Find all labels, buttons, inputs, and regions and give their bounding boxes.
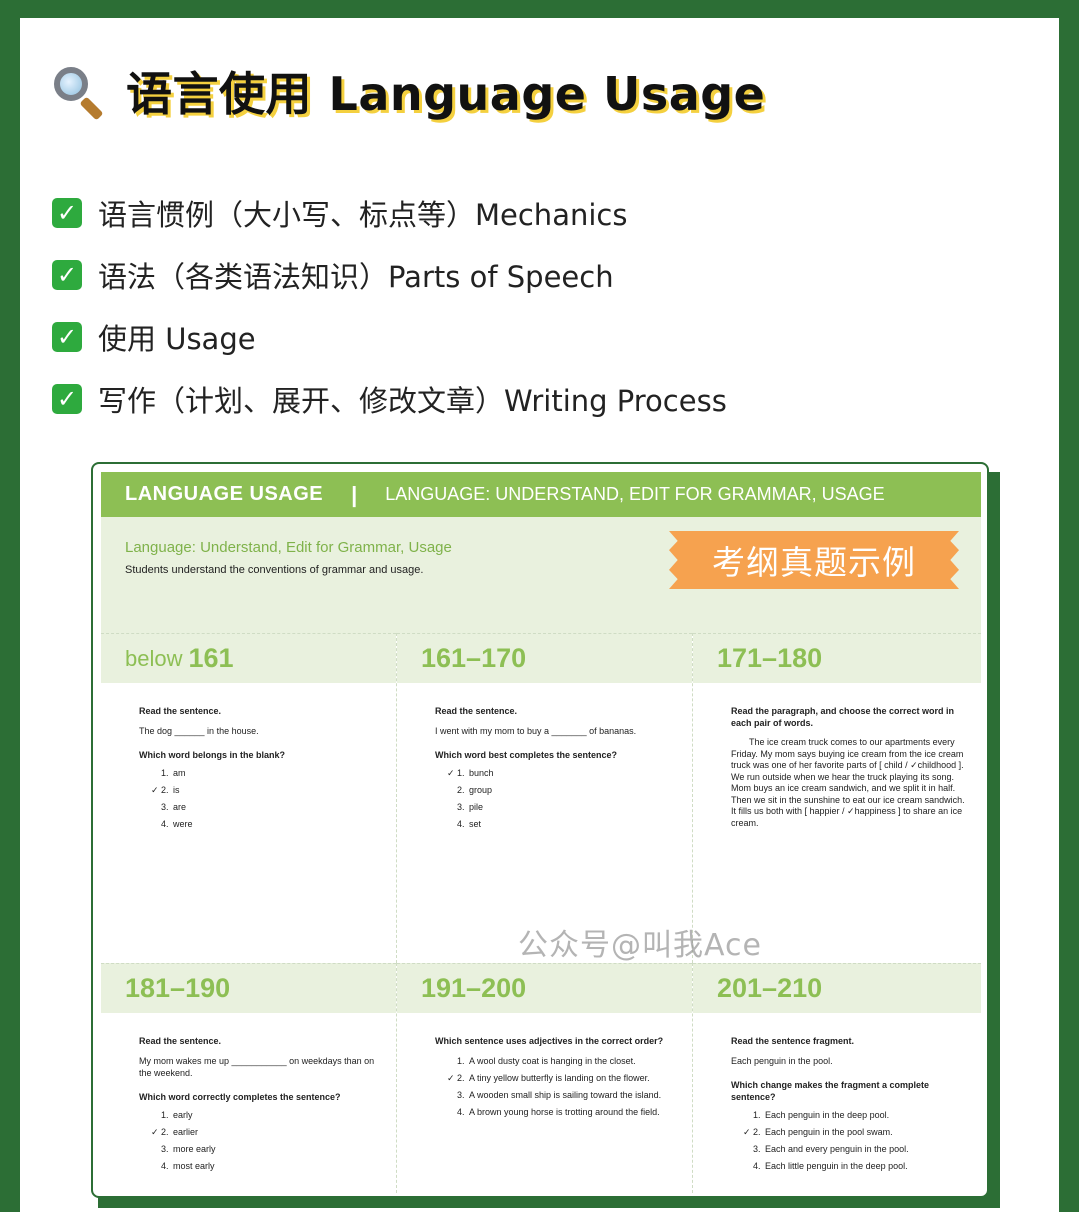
question-instruction: Read the sentence. [435,706,518,716]
range-header: 161–170 [397,633,692,683]
range-cell: 161–170 Read the sentence. I went with m… [397,633,693,963]
document-intro: Language: Understand, Edit for Grammar, … [101,517,981,633]
answer-option: 4. Each little penguin in the deep pool. [753,1161,908,1171]
range-label: 191–200 [421,973,527,1003]
range-label: 201–210 [717,973,823,1003]
document-header: LANGUAGE USAGE | LANGUAGE: UNDERSTAND, E… [101,472,981,517]
answer-option: ✓ 2. Each penguin in the pool swam. [743,1127,893,1137]
range-label: 171–180 [717,643,823,673]
range-label: 181–190 [125,973,231,1003]
answer-option: 4. set [457,819,482,829]
question-instruction: Read the paragraph, and choose the corre… [731,706,955,728]
range-header: below 161 [101,633,396,683]
answer-option: 3. A wooden small ship is sailing toward … [457,1090,662,1100]
question-body: Read the sentence fragment. Each penguin… [693,1013,981,1193]
question-body: Read the sentence. The dog ______ in the… [101,683,396,963]
range-header: 201–210 [693,963,981,1013]
answer-option: ✓ 1. bunch [447,768,494,778]
score-range-grid: below 161 Read the sentence. The dog ___… [101,633,981,1193]
question-sentence: My mom wakes me up ___________ on weekda… [139,1056,375,1078]
answer-option: 3. Each and every penguin in the pool. [753,1144,909,1154]
feature-item: ✓ 语言惯例（大小写、标点等）Mechanics [52,182,727,244]
question-prompt: Which word correctly completes the sente… [139,1092,341,1102]
question-prompt: Which word belongs in the blank? [139,750,285,760]
feature-list: ✓ 语言惯例（大小写、标点等）Mechanics ✓ 语法（各类语法知识）Par… [52,182,727,430]
grid-row: below 161 Read the sentence. The dog ___… [101,633,981,963]
answer-option: 1. Each penguin in the deep pool. [753,1110,890,1120]
answer-option: 4. were [161,819,193,829]
feature-item: ✓ 写作（计划、展开、修改文章）Writing Process [52,368,727,430]
document-header-right: LANGUAGE: UNDERSTAND, EDIT FOR GRAMMAR, … [385,484,885,504]
search-icon [50,61,110,121]
answer-option: ✓ 2. earlier [151,1127,199,1137]
watermark: 公众号@叫我Ace [518,928,762,963]
question-instruction: Which sentence uses adjectives in the co… [435,1036,664,1046]
answer-option: ✓ 2. A tiny yellow butterfly is landing on… [447,1073,650,1083]
question-body: Which sentence uses adjectives in the co… [397,1013,692,1193]
range-cell: 191–200 Which sentence uses adjectives i… [397,963,693,1193]
range-cell: 181–190 Read the sentence. My mom wakes … [101,963,397,1193]
question-instruction: Read the sentence. [139,706,222,716]
range-header: 191–200 [397,963,692,1013]
answer-option: 1. am [161,768,186,778]
check-icon: ✓ [52,322,82,352]
question-instruction: Read the sentence fragment. [731,1036,855,1046]
feature-item: ✓ 语法（各类语法知识）Parts of Speech [52,244,727,306]
answer-option: 4. most early [161,1161,215,1171]
question-body: Read the sentence. My mom wakes me up __… [101,1013,396,1193]
header-separator: | [351,481,358,507]
answer-option: 1. A wool dusty coat is hanging in the cl… [457,1056,636,1066]
check-icon: ✓ [52,198,82,228]
document-header-left: LANGUAGE USAGE [125,483,324,505]
answer-option: ✓ 2. is [151,785,180,795]
feature-item: ✓ 使用 Usage [52,306,727,368]
answer-option: 1. early [161,1110,193,1120]
intro-description: Students understand the conventions of g… [125,564,424,576]
answer-option: 3. more early [161,1144,216,1154]
check-icon: ✓ [52,260,82,290]
question-sentence: The dog ______ in the house. [139,726,259,736]
range-prefix: below [125,645,183,671]
question-prompt: Which word best completes the sentence? [435,750,618,760]
question-instruction: Read the sentence. [139,1036,222,1046]
question-prompt: Which change makes the fragment a comple… [731,1080,930,1102]
range-cell: below 161 Read the sentence. The dog ___… [101,633,397,963]
answer-option: 3. are [161,802,187,812]
answer-option: 4. A brown young horse is trotting around… [457,1107,660,1117]
check-icon: ✓ [52,384,82,414]
question-sentence: Each penguin in the pool. [731,1056,833,1066]
exam-sample-badge: 考纲真题示例 [669,531,959,589]
question-paragraph: The ice cream truck comes to our apartme… [731,737,965,828]
range-header: 171–180 [693,633,981,683]
answer-option: 3. pile [457,802,484,812]
grid-row: 181–190 Read the sentence. My mom wakes … [101,963,981,1193]
range-label: 161–170 [421,643,527,673]
exam-document: LANGUAGE USAGE | LANGUAGE: UNDERSTAND, E… [91,462,989,1198]
range-header: 181–190 [101,963,396,1013]
answer-option: 2. group [457,785,493,795]
feature-text: 使用 Usage [98,322,256,356]
question-sentence: I went with my mom to buy a _______ of b… [435,726,637,736]
range-label: 161 [188,643,234,673]
feature-text: 语法（各类语法知识）Parts of Speech [98,260,614,294]
feature-text: 语言惯例（大小写、标点等）Mechanics [98,198,628,232]
range-cell: 201–210 Read the sentence fragment. Each… [693,963,981,1193]
intro-title: Language: Understand, Edit for Grammar, … [125,539,452,556]
range-cell: 171–180 Read the paragraph, and choose t… [693,633,981,963]
feature-text: 写作（计划、展开、修改文章）Writing Process [98,384,727,418]
section-title: 语言使用 Language Usage [50,58,765,124]
page-title: 语言使用 Language Usage [126,67,766,121]
